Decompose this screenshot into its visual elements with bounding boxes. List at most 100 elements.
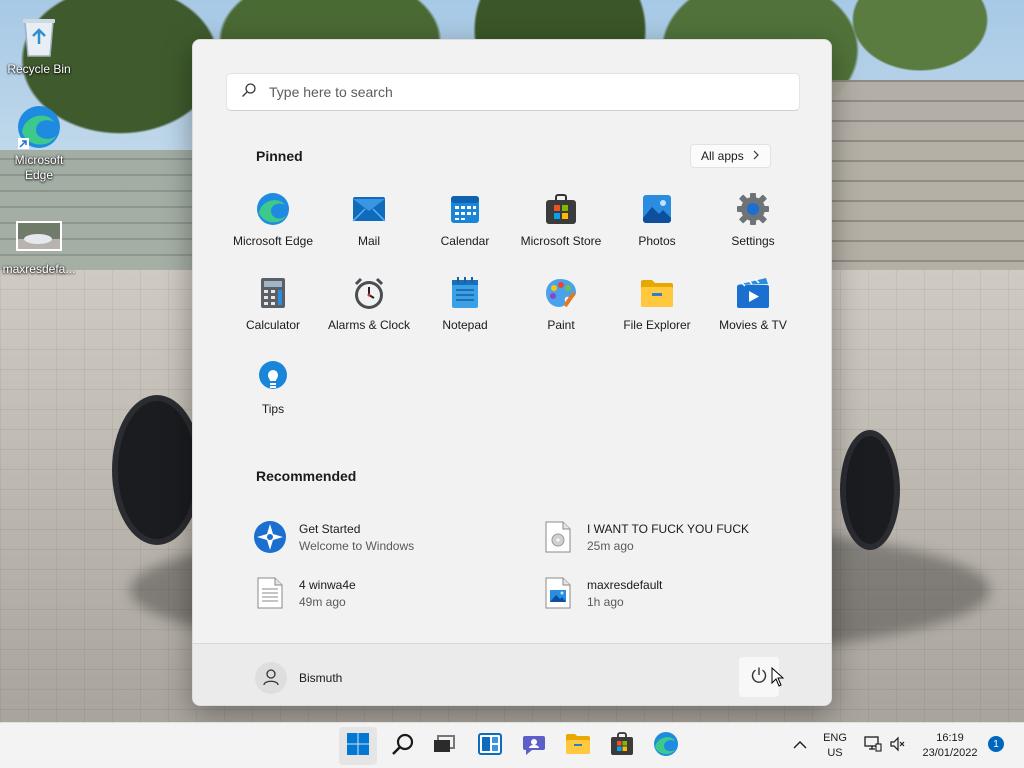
- search-icon: [241, 82, 257, 103]
- pinned-app-settings[interactable]: Settings: [705, 186, 801, 270]
- tray-language-bottom: US: [827, 747, 843, 759]
- search-input[interactable]: [269, 84, 769, 100]
- tray-quick-settings[interactable]: [858, 727, 912, 765]
- recommended-item-subtitle: 49m ago: [299, 594, 346, 609]
- recommended-item-image-file[interactable]: maxresdefault 1h ago: [541, 565, 813, 621]
- avatar: [255, 662, 287, 694]
- tray-clock[interactable]: 16:19 23/01/2022: [914, 731, 986, 761]
- tray-language-indicator[interactable]: ENG US: [819, 731, 851, 761]
- wallpaper-car-wheel: [840, 430, 900, 550]
- taskbar: ENG US 16:19 23/01/2022: [0, 722, 1024, 768]
- edge-icon: [256, 192, 290, 226]
- power-icon: [750, 666, 768, 689]
- notepad-icon: [448, 276, 482, 310]
- pinned-app-label: File Explorer: [623, 318, 691, 332]
- recommended-item-name: maxresdefault: [587, 577, 663, 592]
- start-menu-footer: Bismuth: [193, 643, 831, 705]
- tray-show-hidden-icons[interactable]: [783, 727, 817, 765]
- pinned-app-calendar[interactable]: Calendar: [417, 186, 513, 270]
- pinned-app-movies-tv[interactable]: Movies & TV: [705, 270, 801, 354]
- chevron-up-icon: [793, 737, 807, 755]
- recommended-item-name: I WANT TO FUCK YOU FUCK: [587, 521, 750, 536]
- pinned-app-label: Tips: [261, 402, 285, 416]
- taskbar-file-explorer-button[interactable]: [559, 727, 597, 765]
- pinned-app-microsoft-store[interactable]: Microsoft Store: [513, 186, 609, 270]
- desktop-icon-label: Recycle Bin: [7, 62, 71, 76]
- taskbar-edge-button[interactable]: [647, 727, 685, 765]
- pinned-app-paint[interactable]: Paint: [513, 270, 609, 354]
- recommended-item-get-started[interactable]: Get Started Welcome to Windows: [253, 509, 541, 565]
- pinned-app-tips[interactable]: Tips: [225, 354, 321, 438]
- clock-icon: [352, 276, 386, 310]
- recommended-item-name: 4 winwa4e: [299, 577, 356, 592]
- pinned-app-file-explorer[interactable]: File Explorer: [609, 270, 705, 354]
- chat-icon: [522, 732, 546, 761]
- recommended-item-audio-file[interactable]: I WANT TO FUCK YOU FUCK 25m ago: [541, 509, 813, 565]
- start-icon: [346, 732, 370, 761]
- search-icon: [391, 732, 415, 761]
- folder-icon: [565, 733, 591, 760]
- desktop-icon-microsoft-edge[interactable]: Microsoft Edge: [1, 103, 77, 183]
- taskbar-start-button[interactable]: [339, 727, 377, 765]
- pinned-app-notepad[interactable]: Notepad: [417, 270, 513, 354]
- text-file-icon: [253, 576, 287, 610]
- notification-badge[interactable]: 1: [988, 736, 1004, 752]
- pinned-app-label: Movies & TV: [719, 318, 787, 332]
- task-view-icon: [433, 734, 455, 759]
- network-icon: [864, 735, 882, 757]
- pinned-app-calculator[interactable]: Calculator: [225, 270, 321, 354]
- recommended-heading: Recommended: [256, 468, 357, 484]
- pinned-app-label: Calendar: [440, 234, 490, 248]
- taskbar-store-button[interactable]: [603, 727, 641, 765]
- get-started-icon: [253, 520, 287, 554]
- taskbar-widgets-button[interactable]: [471, 727, 509, 765]
- recommended-item-text-file[interactable]: 4 winwa4e 49m ago: [253, 565, 541, 621]
- folder-icon: [640, 276, 674, 310]
- pinned-heading: Pinned: [256, 148, 303, 164]
- start-search-box[interactable]: [226, 73, 800, 111]
- movies-icon: [736, 276, 770, 310]
- store-icon: [544, 192, 578, 226]
- taskbar-task-view-button[interactable]: [425, 727, 463, 765]
- pinned-app-label: Microsoft Edge: [232, 234, 314, 248]
- tray-time: 16:19: [936, 732, 964, 744]
- desktop-icon-maxresdefault[interactable]: maxresdefa...: [1, 212, 77, 277]
- pinned-app-label: Photos: [638, 234, 676, 248]
- recommended-item-name: Get Started: [299, 521, 361, 536]
- tray-date: 23/01/2022: [922, 747, 978, 759]
- image-thumbnail-icon: [15, 212, 63, 260]
- gear-icon: [736, 192, 770, 226]
- recommended-list: Get Started Welcome to Windows I WANT TO…: [253, 509, 813, 621]
- volume-muted-icon: [890, 736, 906, 757]
- lightbulb-icon: [256, 360, 290, 394]
- user-icon: [262, 668, 280, 689]
- user-account-button[interactable]: Bismuth: [255, 662, 342, 694]
- start-menu: Pinned All apps Microsoft Edge Mail Cale…: [192, 39, 832, 706]
- photos-icon: [640, 192, 674, 226]
- tray-language-top: ENG: [823, 732, 847, 744]
- widgets-icon: [478, 732, 502, 760]
- pinned-app-photos[interactable]: Photos: [609, 186, 705, 270]
- paint-icon: [544, 276, 578, 310]
- mouse-cursor-icon: [771, 666, 785, 692]
- pinned-app-label: Paint: [547, 318, 575, 332]
- pinned-app-alarms-clock[interactable]: Alarms & Clock: [321, 270, 417, 354]
- desktop-icon-recycle-bin[interactable]: Recycle Bin: [1, 12, 77, 77]
- store-icon: [610, 731, 634, 761]
- calendar-icon: [448, 192, 482, 226]
- pinned-app-label: Settings: [731, 234, 775, 248]
- taskbar-chat-button[interactable]: [515, 727, 553, 765]
- pinned-app-mail[interactable]: Mail: [321, 186, 417, 270]
- chevron-right-icon: [752, 149, 760, 163]
- calculator-icon: [256, 276, 290, 310]
- audio-file-icon: [541, 520, 575, 554]
- desktop-icon-label: Microsoft Edge: [14, 153, 64, 182]
- taskbar-search-button[interactable]: [384, 727, 422, 765]
- image-file-icon: [541, 576, 575, 610]
- edge-icon: [15, 103, 63, 151]
- recommended-item-subtitle: Welcome to Windows: [299, 538, 415, 553]
- pinned-app-microsoft-edge[interactable]: Microsoft Edge: [225, 186, 321, 270]
- wallpaper-car-wheel: [112, 395, 202, 545]
- recycle-bin-icon: [15, 12, 63, 60]
- all-apps-button[interactable]: All apps: [690, 144, 771, 168]
